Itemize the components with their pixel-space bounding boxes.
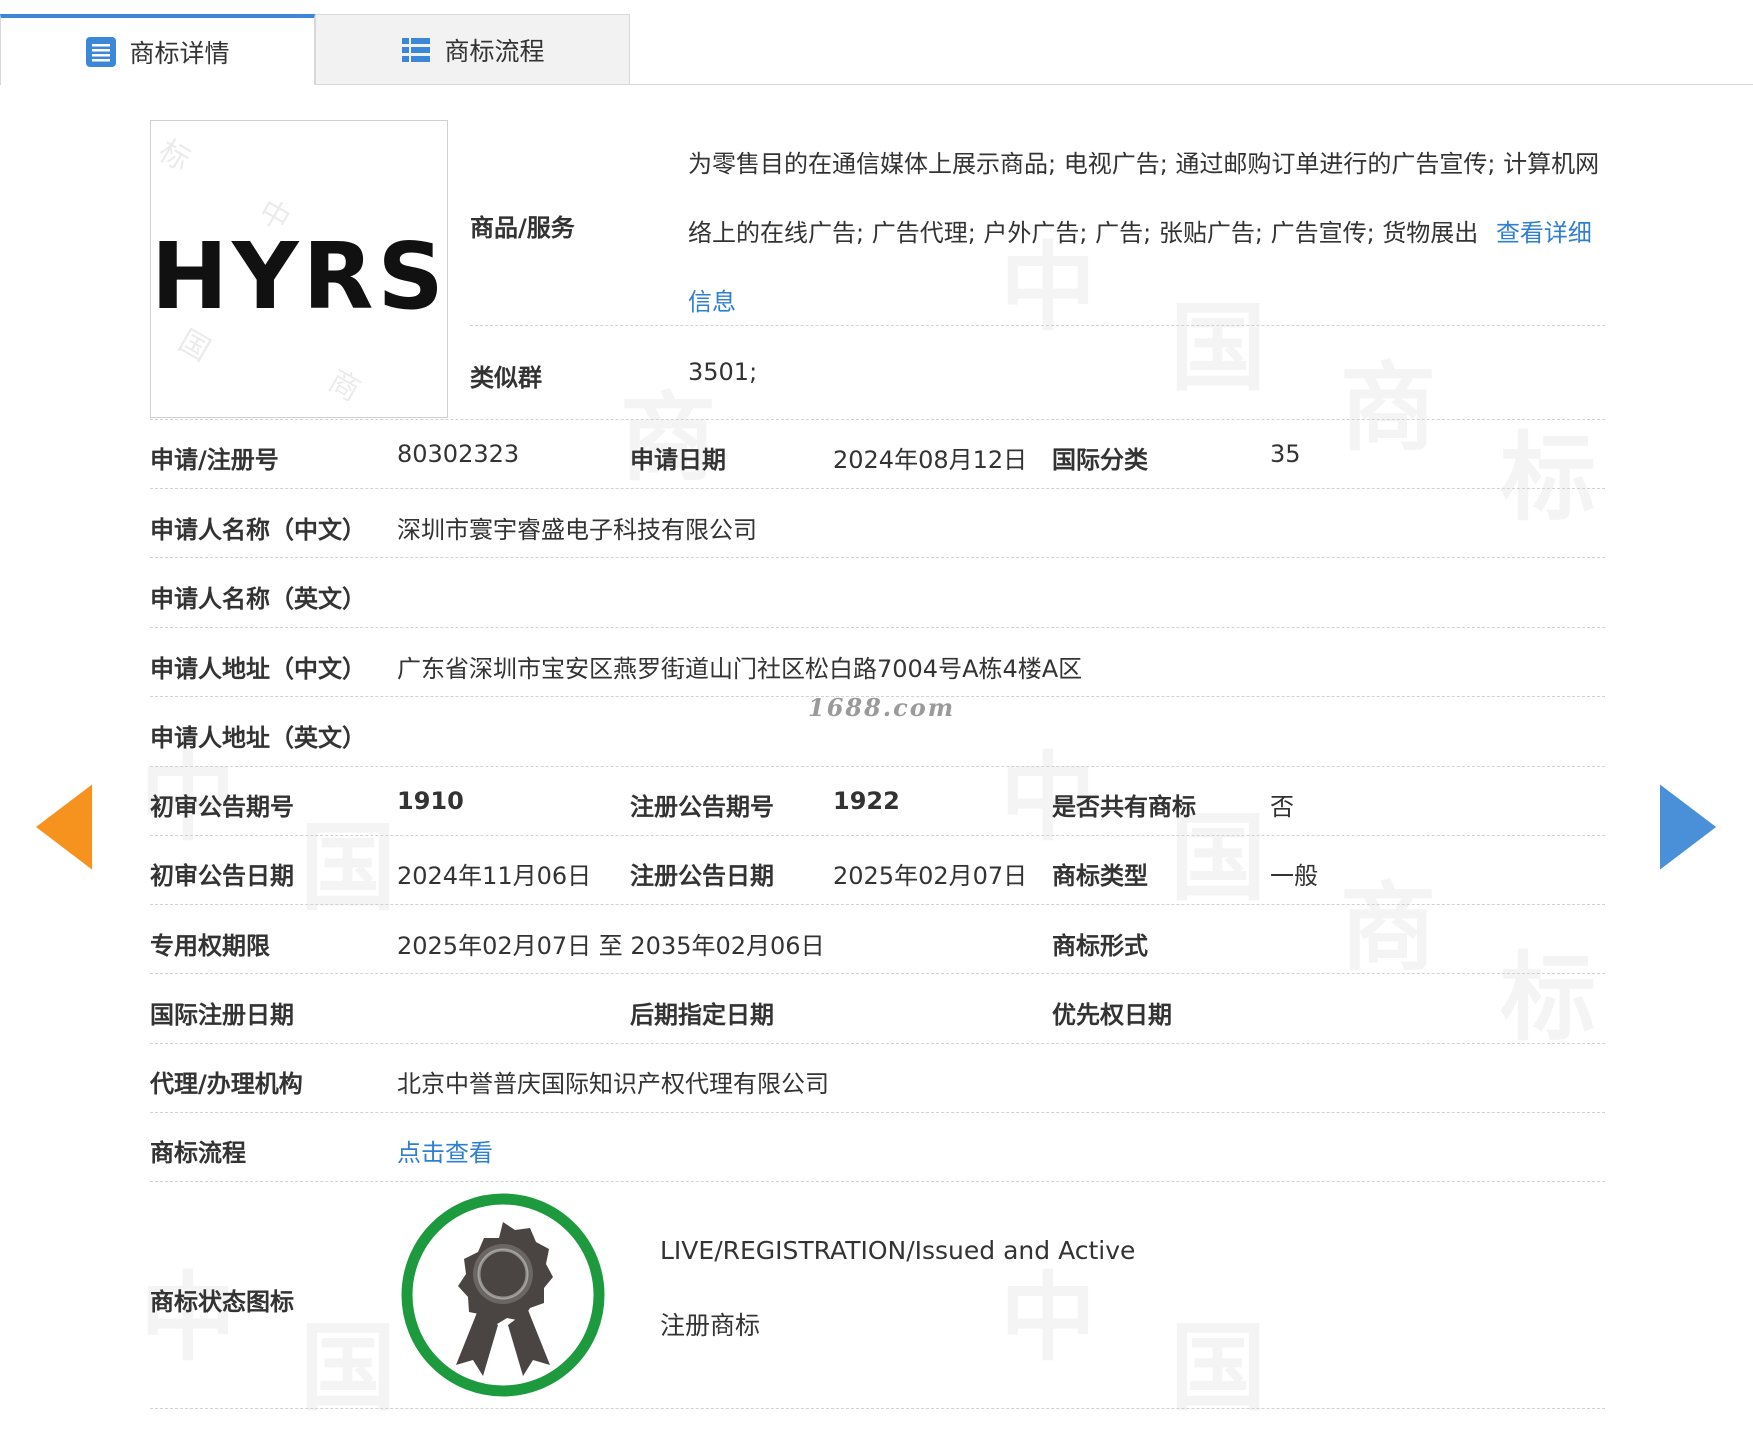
applicant-cn-label: 申请人名称（中文） [150,516,366,544]
status-icon-label: 商标状态图标 [150,1288,294,1316]
separator [150,835,1605,836]
list-grid-icon [402,37,431,62]
tab-bar: 商标详情 商标流程 [0,0,1753,85]
separator [150,1112,1605,1113]
separator [150,557,1605,558]
process-label: 商标流程 [150,1139,246,1167]
reg-date-value: 2025年02月07日 [833,862,1028,890]
prev-arrow-icon[interactable] [36,784,94,872]
logo-watermark: 商 [322,363,366,409]
applicant-cn-value: 深圳市寰宇睿盛电子科技有限公司 [397,516,757,544]
separator [150,904,1605,905]
separator [150,488,1605,489]
intl-class-label: 国际分类 [1052,446,1148,474]
reg-no-label: 申请/注册号 [150,446,279,474]
separator [150,1408,1605,1409]
process-view-link[interactable]: 点击查看 [397,1133,493,1168]
shared-value: 否 [1270,793,1294,821]
separator [150,1181,1605,1182]
mark-type-label: 商标类型 [1052,862,1148,890]
status-text-cn: 注册商标 [660,1311,761,1340]
prelim-date-value: 2024年11月06日 [397,862,592,890]
agency-value: 北京中誉普庆国际知识产权代理有限公司 [397,1070,829,1098]
address-en-label: 申请人地址（英文） [150,724,366,752]
prelim-issue-label: 初审公告期号 [150,793,294,821]
trademark-logo: 标 中 国 商 HYRS [150,120,448,418]
goods-text: 为零售目的在通信媒体上展示商品; 电视广告; 通过邮购订单进行的广告宣传; 计算… [688,130,1606,337]
logo-watermark: 标 [152,133,196,179]
agency-label: 代理/办理机构 [150,1070,303,1098]
tab-label: 商标详情 [129,38,230,68]
intl-class-value: 35 [1270,440,1301,468]
separator [150,419,1605,420]
similar-group-value: 3501; [688,358,758,386]
separator [150,627,1605,628]
tab-trademark-detail[interactable]: 商标详情 [0,14,315,85]
logo-text: HYRS [151,223,448,330]
mark-form-label: 商标形式 [1052,932,1148,960]
separator [150,973,1605,974]
separator [150,1043,1605,1044]
applicant-en-label: 申请人名称（英文） [150,585,366,613]
priority-date-label: 优先权日期 [1052,1001,1172,1029]
reg-date-label: 注册公告日期 [630,862,774,890]
tab-trademark-process[interactable]: 商标流程 [315,14,630,84]
address-cn-label: 申请人地址（中文） [150,655,366,683]
goods-label: 商品/服务 [470,214,575,242]
apply-date-value: 2024年08月12日 [833,446,1028,474]
next-arrow-icon[interactable] [1660,784,1718,872]
shared-label: 是否共有商标 [1052,793,1196,821]
status-text-en: LIVE/REGISTRATION/Issued and Active [660,1236,1136,1265]
watermark-char: 标 [1500,920,1596,1059]
reg-no-value: 80302323 [397,440,520,468]
separator [150,766,1605,767]
reg-issue-label: 注册公告期号 [630,793,774,821]
watermark-char: 商 [1340,330,1436,469]
prelim-date-label: 初审公告日期 [150,862,294,890]
address-cn-value: 广东省深圳市宝安区燕罗街道山门社区松白路7004号A栋4楼A区 [397,655,1083,683]
separator [150,696,1605,697]
reg-issue-value: 1922 [833,787,900,815]
award-ribbon-icon [401,1193,605,1397]
watermark-char: 国 [300,790,396,929]
goods-value: 为零售目的在通信媒体上展示商品; 电视广告; 通过邮购订单进行的广告宣传; 计算… [688,150,1600,247]
watermark-site: 1688.com [808,693,956,722]
similar-group-label: 类似群 [470,364,542,392]
exclusive-period-label: 专用权期限 [150,932,270,960]
tab-label: 商标流程 [444,36,545,66]
watermark-char: 标 [1500,400,1596,539]
separator [470,325,1605,326]
apply-date-label: 申请日期 [630,446,726,474]
watermark-char: 商 [1340,850,1436,989]
later-date-label: 后期指定日期 [630,1001,774,1029]
prelim-issue-value: 1910 [397,787,464,815]
intl-reg-date-label: 国际注册日期 [150,1001,294,1029]
exclusive-period-value: 2025年02月07日 至 2035年02月06日 [397,932,825,960]
mark-type-value: 一般 [1270,862,1318,890]
list-doc-icon [86,36,117,67]
